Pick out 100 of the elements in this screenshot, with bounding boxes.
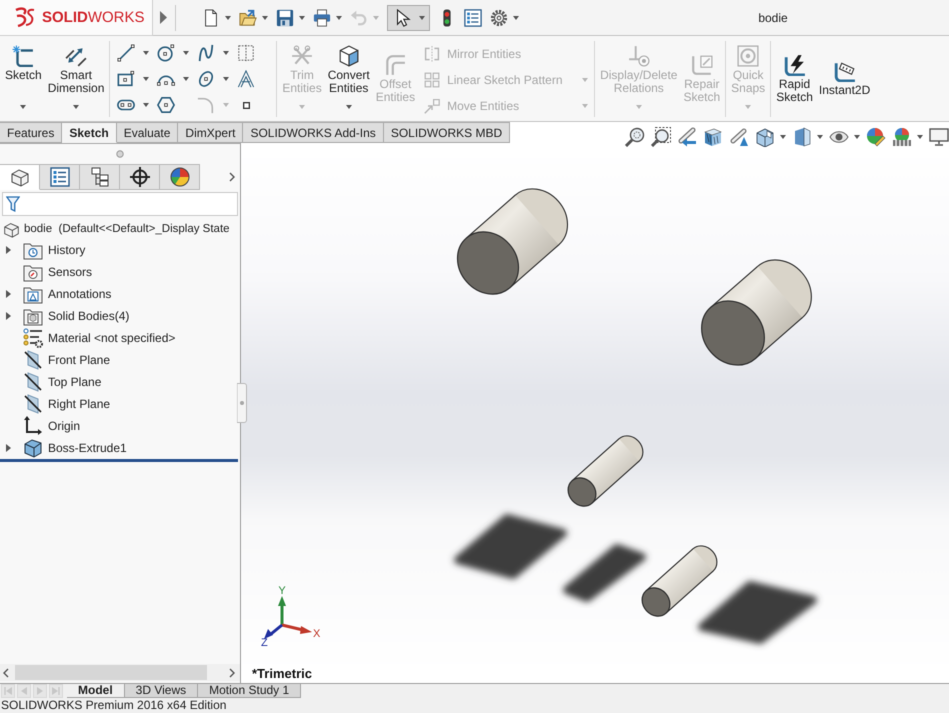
tree-item[interactable]: bodie (Default<<Default>_Display State — [24, 223, 230, 235]
command-tab[interactable]: SOLIDWORKS Add-Ins — [243, 122, 384, 143]
sliced-box-icon[interactable] — [703, 127, 723, 147]
expand-arrow-icon[interactable] — [6, 444, 11, 452]
tree-item[interactable]: History — [48, 243, 86, 257]
rapid-sketch-button[interactable]: Rapid Sketch — [773, 36, 816, 121]
point-icon[interactable] — [243, 102, 250, 108]
caret-icon[interactable] — [143, 103, 150, 107]
box-outline-icon — [3, 220, 20, 238]
spline-curve-icon[interactable] — [197, 44, 216, 62]
sketch-button[interactable]: Sketch — [2, 36, 45, 121]
funnel-icon — [6, 195, 20, 213]
magnifier-icon[interactable] — [625, 127, 645, 147]
bottom-tab[interactable]: Motion Study 1 — [198, 684, 302, 698]
caret-icon[interactable] — [854, 135, 860, 139]
document-icon[interactable] — [202, 8, 220, 26]
bottom-tab[interactable]: Model — [67, 684, 125, 698]
status-text: SOLIDWORKS Premium 2016 x64 Edition — [1, 698, 226, 712]
dashed-rectangle-icon[interactable] — [237, 44, 256, 62]
expand-arrow-icon[interactable] — [6, 246, 11, 254]
corner-square-icon — [690, 54, 713, 76]
chevron-right-icon[interactable] — [229, 172, 235, 182]
crosshair-icon — [130, 167, 150, 187]
list-icon[interactable] — [464, 8, 482, 26]
shaded-box-icon[interactable] — [792, 127, 812, 147]
folder-arrow-icon[interactable] — [239, 8, 257, 26]
caret-icon[interactable] — [817, 135, 823, 139]
letter-a-icon[interactable] — [237, 70, 256, 88]
convert-entities-button[interactable]: Convert Entities — [324, 36, 373, 121]
solid-cube-icon — [23, 438, 43, 458]
caret-icon[interactable] — [780, 135, 786, 139]
origin-axes-icon — [23, 416, 43, 436]
tree-item[interactable]: Sensors — [48, 265, 92, 279]
axis-label: Z — [261, 637, 268, 649]
command-tab[interactable]: Features — [0, 122, 62, 143]
panel-grip-icon[interactable] — [116, 150, 124, 158]
tree-item[interactable]: Top Plane — [48, 375, 102, 389]
command-tab[interactable]: Evaluate — [116, 122, 178, 143]
command-tab[interactable]: SOLIDWORKS MBD — [384, 122, 510, 143]
tree-item[interactable]: Material <not specified> — [48, 331, 176, 345]
move-arrow-icon — [424, 98, 440, 114]
bottom-tab[interactable]: 3D Views — [124, 684, 198, 698]
scissors-icon — [291, 45, 314, 67]
tree-item[interactable]: Annotations — [48, 287, 112, 301]
command-tab[interactable]: DimXpert — [178, 122, 244, 143]
monitor-icon[interactable] — [929, 127, 949, 147]
list-gear-icon — [23, 328, 43, 348]
caret-icon[interactable] — [223, 77, 230, 81]
rectangle-icon[interactable] — [117, 70, 136, 88]
instant2d-button[interactable]: Instant2D — [816, 36, 874, 121]
caret-icon[interactable] — [513, 16, 519, 20]
caret-icon[interactable] — [143, 77, 150, 81]
pen-triangle-icon[interactable] — [729, 127, 749, 147]
tree-item[interactable]: Origin — [48, 419, 80, 433]
color-ball-stripes-icon[interactable] — [892, 127, 912, 147]
circle-icon[interactable] — [157, 44, 176, 62]
panel-tab[interactable] — [40, 164, 80, 190]
flyout-arrow-icon[interactable] — [160, 11, 167, 24]
plane-icon — [23, 372, 43, 392]
caret-icon[interactable] — [299, 16, 305, 20]
panel-tab[interactable] — [120, 164, 160, 190]
smart-dimension-button[interactable]: Smart Dimension — [44, 36, 108, 121]
box-outline-icon — [10, 167, 30, 187]
tree-item[interactable]: Solid Bodies(4) — [48, 309, 130, 323]
axis-label: Y — [278, 585, 286, 597]
tree-item[interactable]: Front Plane — [48, 353, 110, 367]
expand-arrow-icon[interactable] — [6, 290, 11, 298]
caret-icon[interactable] — [225, 16, 231, 20]
caret-icon[interactable] — [917, 135, 923, 139]
caret-icon[interactable] — [262, 16, 268, 20]
magnifier-dashed-box-icon[interactable] — [651, 127, 671, 147]
ellipse-icon[interactable] — [197, 70, 216, 88]
filter-field[interactable] — [2, 192, 238, 216]
pen-arrow-icon[interactable] — [677, 127, 697, 147]
list-icon — [50, 167, 70, 187]
caret-icon[interactable] — [143, 51, 150, 55]
panel-tab[interactable] — [80, 164, 120, 190]
y-axis-arrow — [278, 596, 286, 625]
caret-icon[interactable] — [336, 16, 342, 20]
panel-tab[interactable] — [0, 164, 40, 190]
caret-icon[interactable] — [223, 51, 230, 55]
caret-icon[interactable] — [183, 51, 190, 55]
scroll-left-icon[interactable] — [3, 668, 9, 678]
settings-icon[interactable] — [490, 8, 508, 26]
panel-tab[interactable] — [160, 164, 200, 190]
logo-button[interactable]: SOLIDWORKS — [0, 0, 153, 36]
tree-item[interactable]: Right Plane — [48, 397, 110, 411]
scroll-right-icon[interactable] — [229, 668, 235, 678]
expand-arrow-icon[interactable] — [6, 312, 11, 320]
command-tab[interactable]: Sketch — [62, 122, 117, 143]
collapse-handle-icon[interactable] — [237, 383, 247, 423]
color-wheel-icon — [170, 167, 190, 187]
sketch-corner-icon — [12, 45, 34, 67]
hexagon-icon[interactable] — [157, 96, 176, 114]
caret-icon[interactable] — [183, 77, 190, 81]
select-button[interactable] — [387, 4, 430, 30]
printer-icon[interactable] — [313, 8, 331, 26]
scrollbar-thumb[interactable] — [15, 665, 207, 680]
tree-item[interactable]: Boss-Extrude1 — [48, 441, 127, 455]
line-icon[interactable] — [117, 44, 136, 62]
